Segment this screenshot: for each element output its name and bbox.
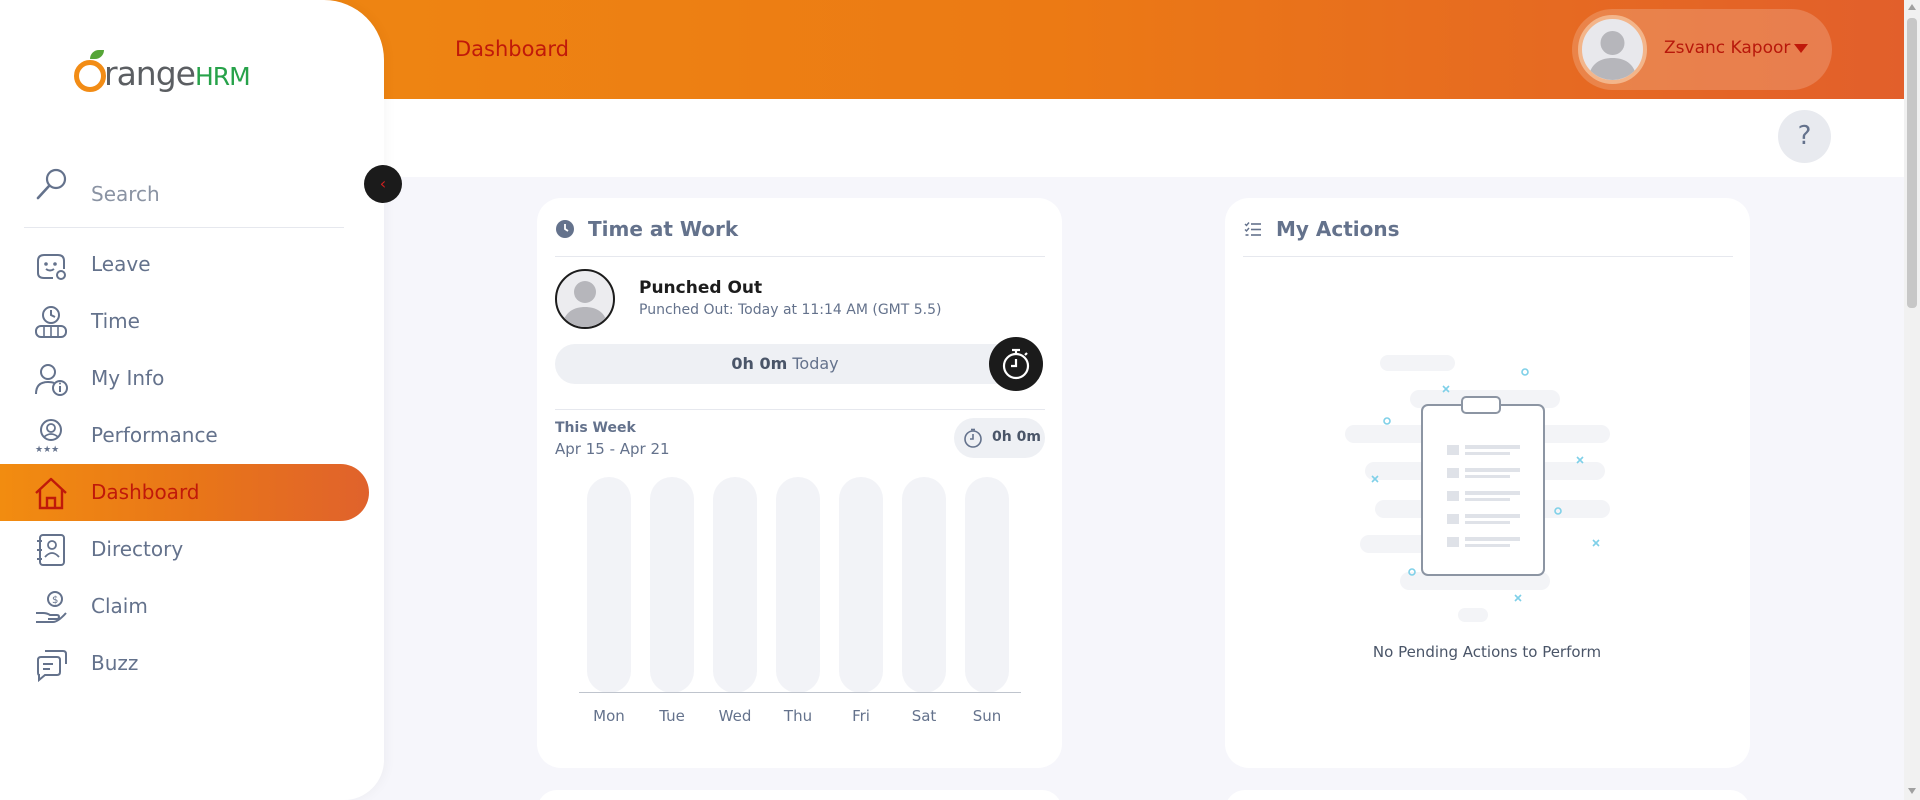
sidebar-collapse-button[interactable]: ‹	[364, 165, 402, 203]
page-scrollbar[interactable]	[1904, 0, 1920, 800]
today-total-bar: 0h 0m Today	[555, 344, 1015, 384]
checklist-icon	[1244, 222, 1261, 236]
sidebar-item-label: Time	[91, 309, 140, 333]
sidebar-item-label: My Info	[91, 366, 165, 390]
avatar-silhouette-icon	[1588, 31, 1637, 80]
avatar-silhouette-icon	[562, 281, 608, 327]
chart-bar-track	[587, 477, 631, 693]
empty-clipboard-illustration	[1345, 355, 1610, 622]
chart-axis	[579, 692, 1021, 693]
sidebar-item-label: Performance	[91, 423, 218, 447]
performance-icon: ★★★	[35, 419, 62, 454]
sidebar-item-directory[interactable]: Directory	[0, 521, 369, 578]
svg-text:$: $	[52, 595, 58, 606]
chart-day-label: Mon	[593, 707, 625, 725]
week-range: Apr 15 - Apr 21	[555, 440, 670, 458]
sidebar-item-label: Buzz	[91, 651, 139, 675]
scroll-up-arrow-icon[interactable]	[1908, 4, 1916, 10]
card-divider	[555, 409, 1045, 410]
sidebar-search[interactable]: Search	[24, 160, 344, 228]
logo-text: rangeHRM	[104, 54, 251, 93]
sidebar-item-leave[interactable]: Leave	[0, 236, 369, 293]
dashboard-card-partial	[1225, 790, 1750, 800]
sidebar-item-label: Dashboard	[91, 480, 200, 504]
card-divider	[555, 256, 1045, 257]
week-label: This Week	[555, 420, 636, 436]
user-avatar	[1578, 15, 1647, 84]
logo-leaf	[90, 50, 104, 59]
chart-day-label: Tue	[659, 707, 685, 725]
sidebar-item-my-info[interactable]: My Info	[0, 350, 369, 407]
chart-bar-track	[713, 477, 757, 693]
sidebar-item-performance[interactable]: ★★★ Performance	[0, 407, 369, 464]
sidebar-item-dashboard[interactable]: Dashboard	[0, 464, 369, 521]
page-title: Dashboard	[455, 37, 569, 61]
week-total: 0h 0m	[992, 429, 1041, 445]
sidebar-item-label: Claim	[91, 594, 148, 618]
stopwatch-icon	[964, 428, 982, 448]
punch-status-detail: Punched Out: Today at 11:14 AM (GMT 5.5)	[639, 302, 942, 318]
orangehrm-logo[interactable]: rangeHRM	[74, 48, 264, 98]
punch-status: Punched Out	[639, 278, 763, 298]
clock-icon	[556, 220, 574, 238]
today-total: 0h 0m	[731, 354, 788, 373]
buzz-icon	[37, 650, 67, 682]
chart-bar-track	[965, 477, 1009, 693]
chart-day-label: Wed	[718, 707, 752, 725]
sub-header	[384, 99, 1904, 177]
logo-orange-mark	[74, 60, 106, 92]
sidebar-item-time[interactable]: Time	[0, 293, 369, 350]
leave-icon	[37, 254, 66, 280]
time-icon	[35, 306, 67, 338]
sidebar-item-buzz[interactable]: Buzz	[0, 635, 369, 692]
scrollbar-thumb[interactable]	[1907, 18, 1917, 308]
sidebar-item-label: Leave	[91, 252, 151, 276]
chart-bar-track	[902, 477, 946, 693]
chart-day-label: Sun	[972, 707, 1002, 725]
time-at-work-title: Time at Work	[588, 217, 739, 241]
sidebar-item-claim[interactable]: $ Claim	[0, 578, 369, 635]
no-pending-actions-message: No Pending Actions to Perform	[1372, 643, 1602, 661]
user-dropdown[interactable]: Zsvanc Kapoor	[1572, 9, 1832, 90]
search-icon	[36, 168, 67, 200]
punch-timer-button[interactable]	[989, 337, 1043, 391]
caret-down-icon	[1794, 44, 1808, 53]
search-input[interactable]: Search	[91, 182, 160, 206]
today-label: Today	[792, 354, 839, 373]
scroll-down-arrow-icon[interactable]	[1908, 788, 1916, 794]
card-divider	[1243, 256, 1733, 257]
chart-bar-track	[650, 477, 694, 693]
stopwatch-icon	[1002, 348, 1030, 380]
sidebar: rangeHRM Search Leave Time My Info ★★★ P…	[0, 0, 384, 800]
claim-icon: $	[36, 591, 67, 623]
chart-bar-track	[776, 477, 820, 693]
chart-day-label: Sat	[911, 707, 937, 725]
chart-day-label: Fri	[852, 707, 870, 725]
dashboard-card-partial	[537, 790, 1062, 800]
sidebar-item-label: Directory	[91, 537, 184, 561]
svg-text:★★★: ★★★	[35, 445, 59, 454]
home-icon	[35, 477, 67, 510]
chart-day-label: Thu	[783, 707, 813, 725]
user-name: Zsvanc Kapoor	[1664, 38, 1791, 58]
chart-bar-track	[839, 477, 883, 693]
directory-icon	[37, 534, 65, 566]
my-info-icon	[35, 364, 68, 396]
employee-avatar	[555, 269, 615, 329]
my-actions-title: My Actions	[1276, 217, 1400, 241]
help-button[interactable]: ?	[1778, 110, 1831, 163]
week-total-pill: 0h 0m	[954, 418, 1045, 458]
